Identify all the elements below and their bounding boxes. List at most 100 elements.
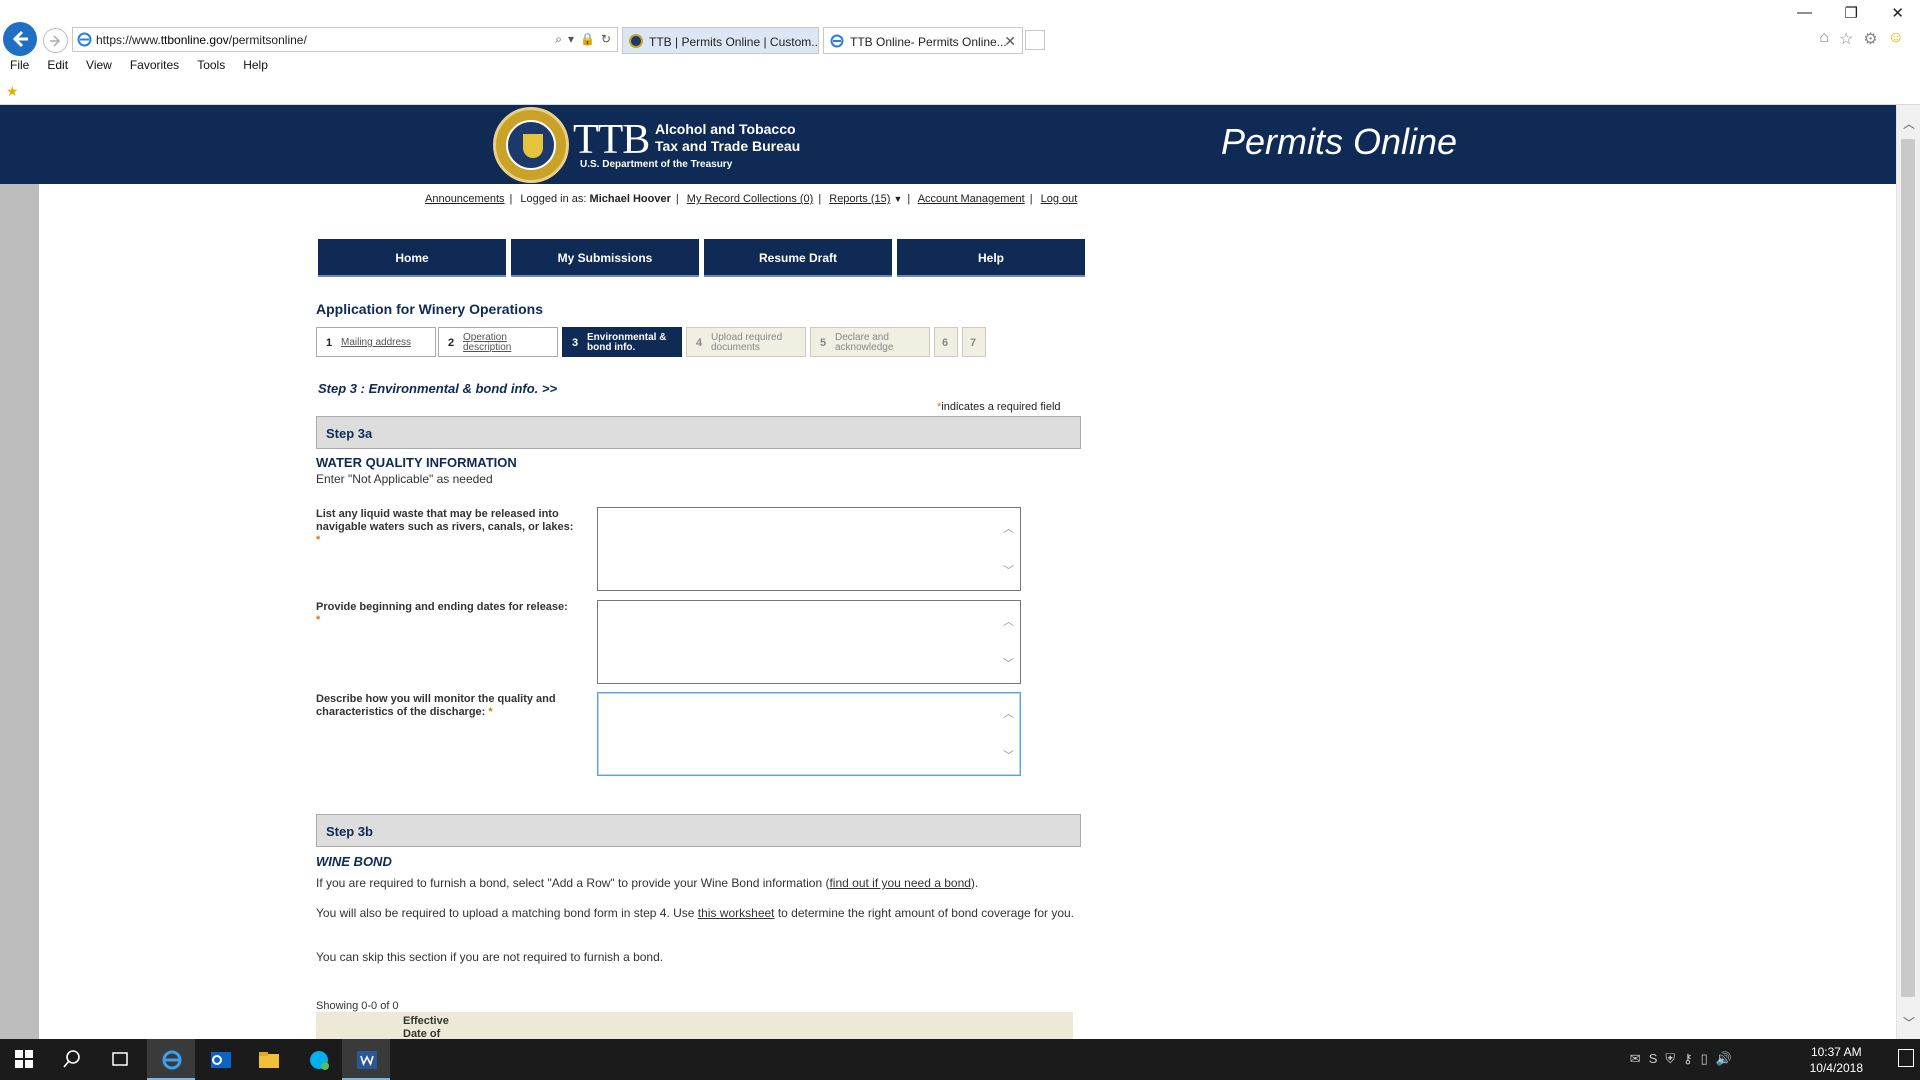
skype-tray-icon[interactable]: S — [1649, 1051, 1658, 1067]
key-tray-icon[interactable]: ⚷ — [1683, 1051, 1693, 1067]
task-view-button[interactable] — [96, 1039, 144, 1080]
scroll-down-icon[interactable]: ﹀ — [1903, 1014, 1915, 1031]
scroll-up-icon[interactable]: ︿ — [1003, 705, 1014, 721]
url-text: https://www.ttbonline.gov/permitsonline/ — [96, 33, 307, 47]
search-icon — [63, 1050, 80, 1068]
menu-bar: File Edit View Favorites Tools Help — [10, 58, 286, 72]
step-1-mailing-address[interactable]: 1 Mailing address — [316, 327, 436, 357]
scroll-down-icon[interactable]: ﹀ — [1003, 655, 1014, 671]
outlook-tray-icon[interactable]: ✉ — [1630, 1051, 1641, 1067]
scroll-down-icon[interactable]: ﹀ — [1003, 747, 1014, 763]
restore-button[interactable]: ❐ — [1845, 4, 1858, 22]
step-4-upload-documents[interactable]: 4 Upload required documents — [686, 327, 806, 357]
minimize-button[interactable]: — — [1797, 4, 1812, 21]
account-management-link[interactable]: Account Management — [918, 193, 1025, 205]
scroll-up-icon[interactable]: ︿ — [1003, 613, 1014, 629]
skype-icon — [310, 1051, 329, 1070]
start-button[interactable] — [0, 1039, 48, 1080]
ie-page-icon — [77, 32, 92, 47]
taskbar-file-explorer[interactable] — [244, 1039, 292, 1080]
step-7[interactable]: 7 — [962, 327, 986, 357]
search-button[interactable] — [48, 1039, 96, 1080]
section-bar-step-3a: Step 3a — [316, 416, 1081, 449]
menu-view[interactable]: View — [86, 58, 112, 72]
browser-tab-customer[interactable]: TTB | Permits Online | Custom... — [622, 27, 819, 54]
taskbar-outlook[interactable] — [196, 1039, 244, 1080]
address-bar[interactable]: https://www.ttbonline.gov/permitsonline/… — [72, 27, 618, 52]
step-3-environmental-bond[interactable]: 3 Environmental & bond info. — [562, 327, 682, 357]
ttb-seal-logo — [493, 107, 569, 183]
folder-icon — [259, 1052, 279, 1068]
page-viewport: TTB Alcohol and Tobacco Tax and Trade Bu… — [0, 105, 1920, 1039]
menu-tools[interactable]: Tools — [197, 58, 225, 72]
scrollbar-thumb[interactable] — [1901, 139, 1915, 997]
back-button[interactable] — [3, 22, 37, 56]
new-tab-button[interactable] — [1025, 30, 1045, 50]
volume-icon[interactable]: 🔊 — [1716, 1051, 1732, 1067]
battery-icon[interactable]: ▯ — [1701, 1051, 1708, 1067]
nav-resume-draft-button[interactable]: Resume Draft — [704, 239, 892, 277]
windows-logo-icon — [15, 1050, 33, 1068]
liquid-waste-textarea[interactable]: ︿ ﹀ — [597, 507, 1021, 591]
reports-link[interactable]: Reports (15) — [829, 193, 890, 205]
favorites-bar-star-icon[interactable]: ★ — [6, 83, 19, 100]
forward-button[interactable] — [43, 28, 68, 53]
page-title: Application for Winery Operations — [316, 301, 544, 317]
scroll-up-icon[interactable]: ︿ — [1903, 115, 1915, 132]
need-bond-link[interactable]: find out if you need a bond — [829, 876, 970, 890]
nav-home-button[interactable]: Home — [318, 239, 506, 277]
nav-my-submissions-button[interactable]: My Submissions — [511, 239, 699, 277]
menu-favorites[interactable]: Favorites — [130, 58, 179, 72]
home-icon[interactable]: ⌂ — [1819, 29, 1829, 49]
monitor-quality-textarea[interactable]: ︿ ﹀ — [597, 692, 1021, 776]
step-heading: Step 3 : Environmental & bond info. >> — [318, 381, 558, 396]
close-tab-icon[interactable]: ✕ — [1004, 33, 1016, 50]
bond-table-header: Effective Date of — [316, 1012, 1073, 1039]
site-banner: TTB Alcohol and Tobacco Tax and Trade Bu… — [0, 105, 1896, 184]
agency-name: Alcohol and Tobacco Tax and Trade Bureau — [655, 121, 801, 154]
menu-edit[interactable]: Edit — [47, 58, 68, 72]
page-scrollbar[interactable]: ︿ ﹀ — [1896, 105, 1920, 1039]
effective-date-column-header[interactable]: Effective Date of — [403, 1015, 449, 1039]
word-icon — [357, 1051, 377, 1069]
lock-icon[interactable]: 🔒 — [580, 32, 595, 47]
nav-help-button[interactable]: Help — [897, 239, 1085, 277]
search-icon[interactable]: ⌕ — [555, 32, 562, 47]
shield-tray-icon[interactable]: ⛨ — [1665, 1051, 1675, 1067]
favorites-star-icon[interactable]: ☆ — [1839, 29, 1853, 49]
notification-center-icon[interactable] — [1898, 1049, 1914, 1067]
bond-skip-note: You can skip this section if you are not… — [316, 950, 664, 964]
bond-instructions-1: If you are required to furnish a bond, s… — [316, 876, 979, 890]
task-view-icon — [112, 1052, 128, 1066]
dropdown-icon[interactable]: ▾ — [568, 32, 574, 47]
internet-explorer-icon — [162, 1050, 182, 1070]
step-6[interactable]: 6 — [934, 327, 958, 357]
arrow-right-icon — [50, 35, 61, 47]
menu-help[interactable]: Help — [243, 58, 268, 72]
scroll-down-icon[interactable]: ﹀ — [1003, 562, 1014, 578]
scroll-up-icon[interactable]: ︿ — [1003, 520, 1014, 536]
worksheet-link[interactable]: this worksheet — [698, 906, 775, 920]
taskbar-internet-explorer[interactable] — [147, 1039, 195, 1080]
close-window-button[interactable]: ✕ — [1891, 4, 1904, 22]
taskbar-word[interactable] — [342, 1039, 390, 1080]
step-2-operation-description[interactable]: 2 Operation description — [438, 327, 558, 357]
step-5-declare-acknowledge[interactable]: 5 Declare and acknowledge — [810, 327, 930, 357]
logout-link[interactable]: Log out — [1041, 193, 1078, 205]
menu-file[interactable]: File — [10, 58, 29, 72]
record-collections-link[interactable]: My Record Collections (0) — [687, 193, 814, 205]
taskbar-clock[interactable]: 10:37 AM 10/4/2018 — [1810, 1044, 1863, 1076]
browser-tab-permits[interactable]: TTB Online- Permits Online... ✕ — [823, 27, 1023, 54]
taskbar-skype[interactable] — [294, 1039, 342, 1080]
main-nav: Home My Submissions Resume Draft Help — [318, 239, 1085, 277]
wine-bond-heading: WINE BOND — [316, 854, 392, 869]
section-bar-step-3b: Step 3b — [316, 814, 1081, 847]
caret-down-icon[interactable]: ▼ — [893, 194, 902, 204]
smiley-icon[interactable]: ☺ — [1888, 29, 1904, 49]
announcements-link[interactable]: Announcements — [425, 193, 505, 205]
release-dates-textarea[interactable]: ︿ ﹀ — [597, 600, 1021, 684]
refresh-icon[interactable]: ↻ — [601, 32, 611, 47]
bond-instructions-2: You will also be required to upload a ma… — [316, 906, 1075, 920]
gear-icon[interactable]: ⚙ — [1863, 29, 1877, 49]
department-name: U.S. Department of the Treasury — [580, 159, 733, 170]
